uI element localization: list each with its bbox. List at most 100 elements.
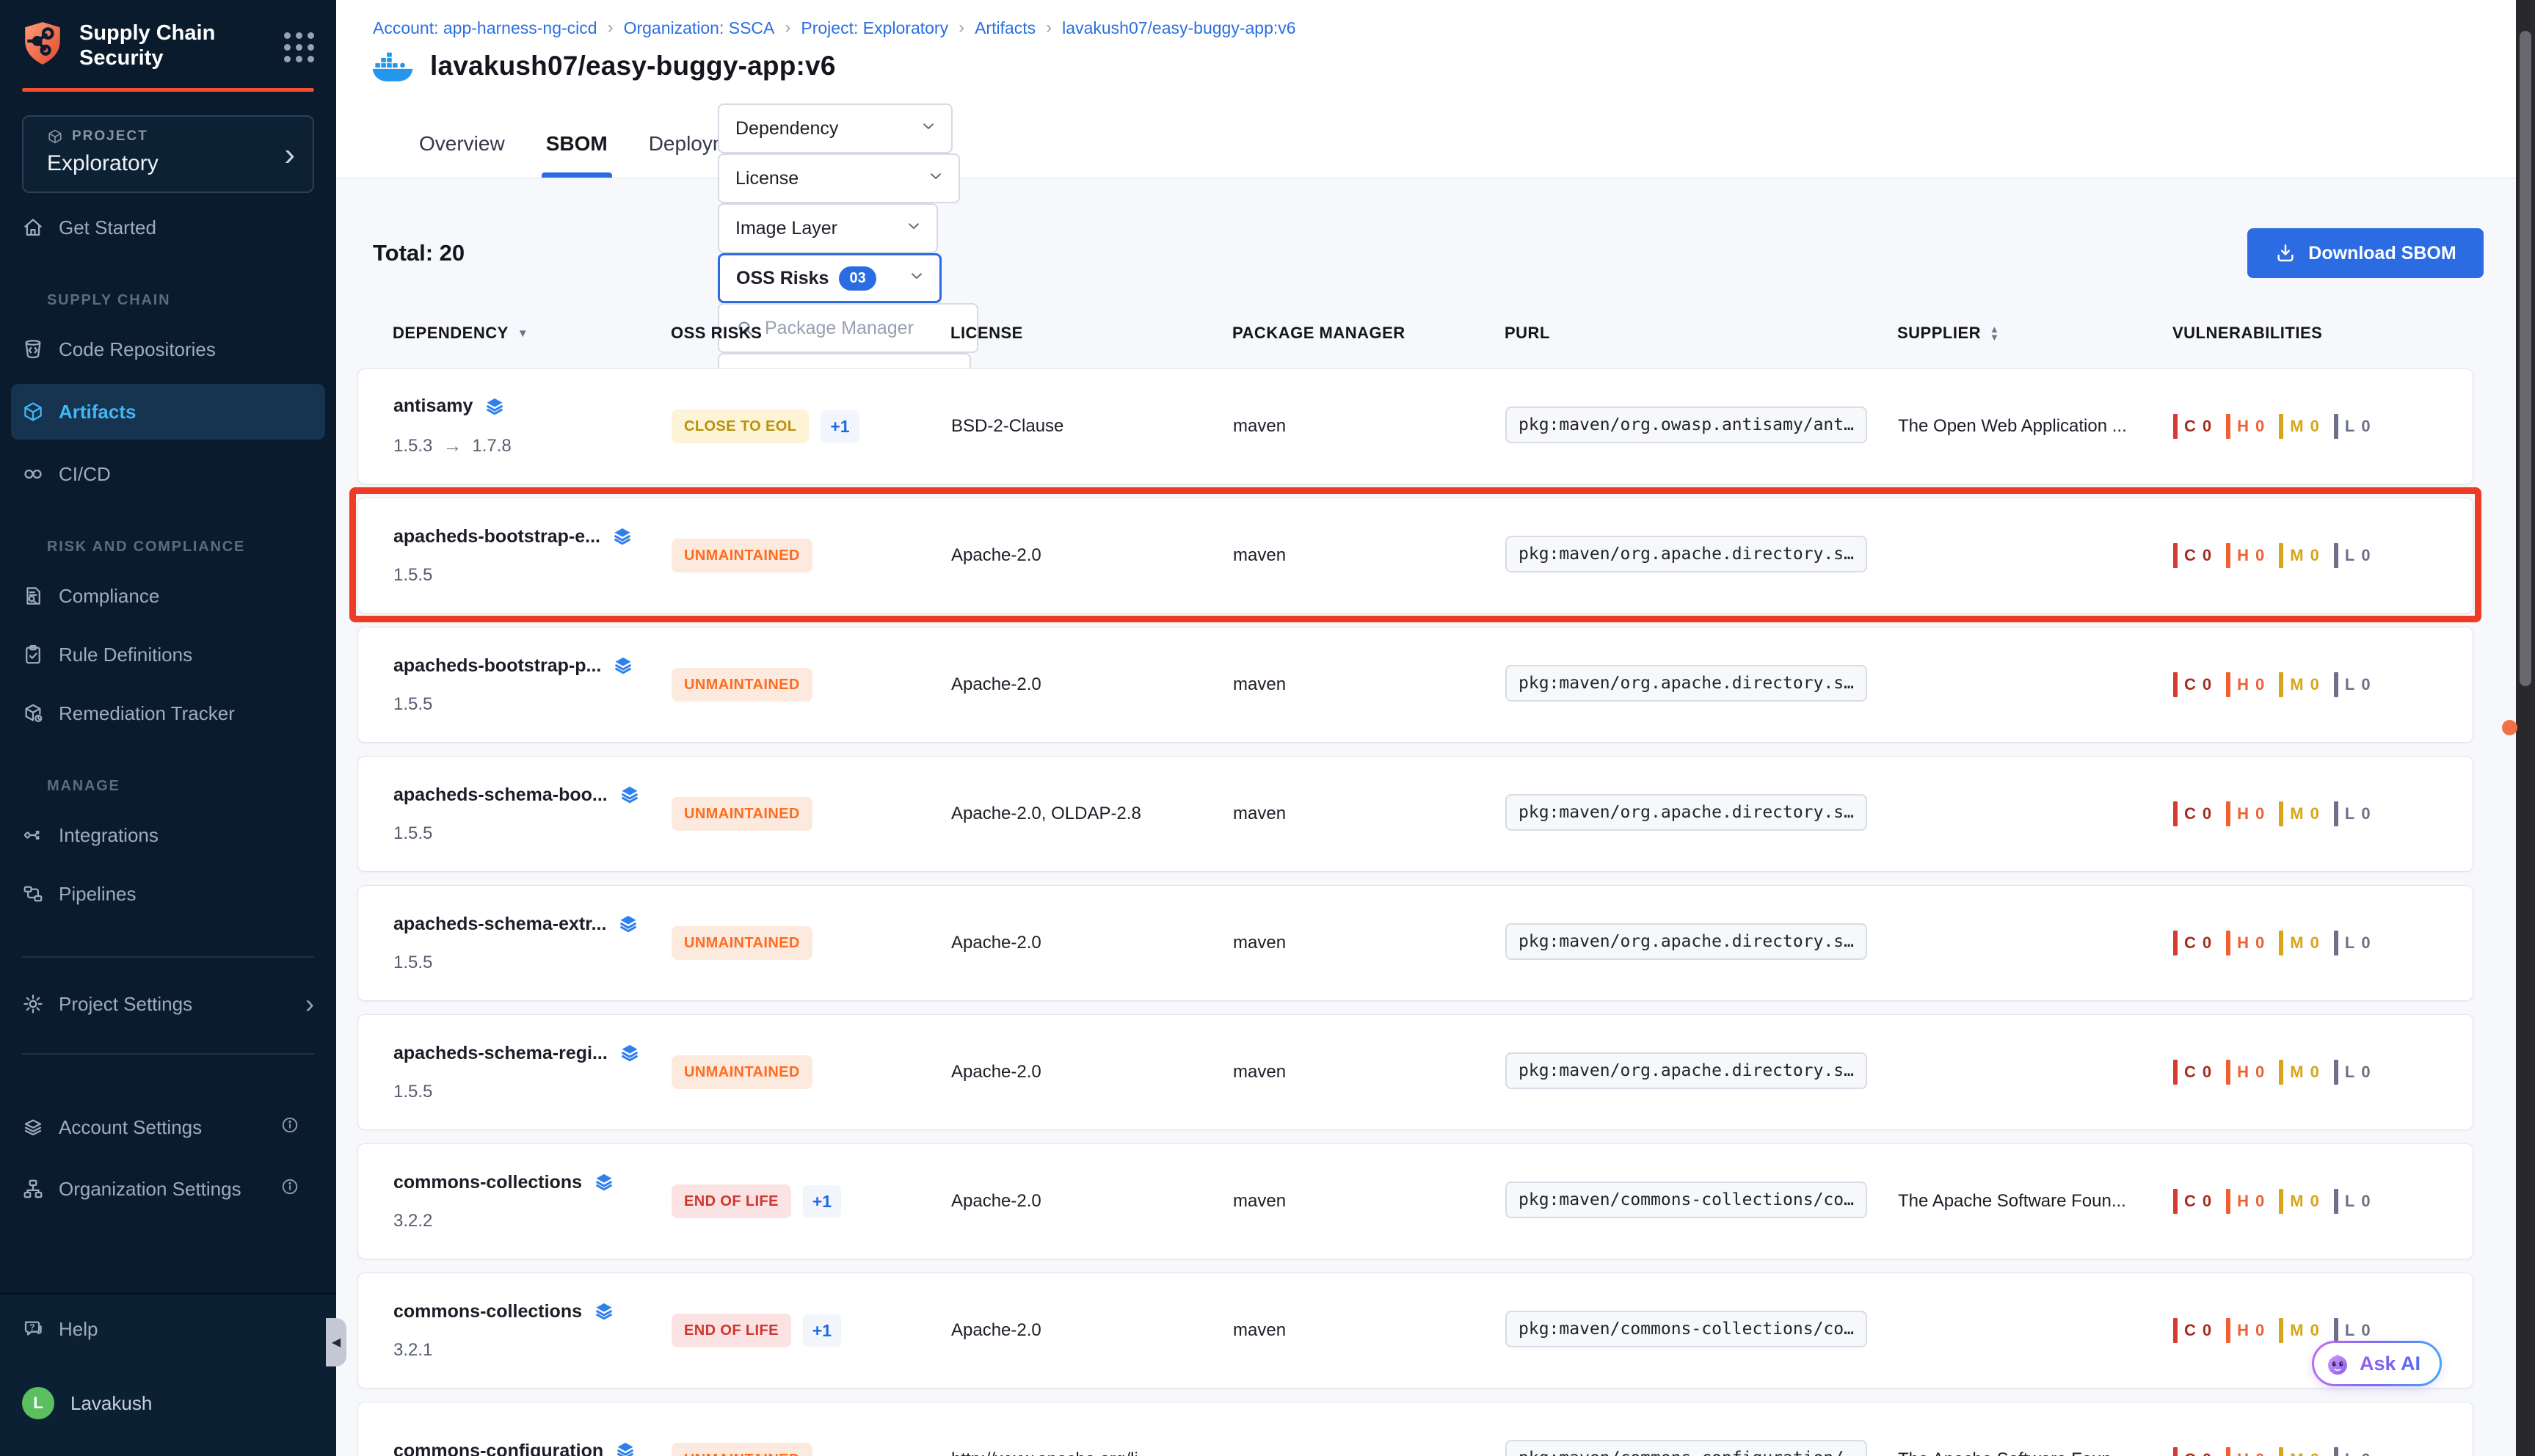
dependency-name[interactable]: apacheds-bootstrap-p... xyxy=(393,655,601,677)
app-logo-row: Supply Chain Security xyxy=(0,0,336,70)
dependency-name[interactable]: apacheds-bootstrap-e... xyxy=(393,526,600,547)
layers-icon xyxy=(618,914,639,934)
filter-select-image-layer[interactable]: Image Layer xyxy=(718,203,938,253)
sidebar-item-pipelines[interactable]: Pipelines xyxy=(11,870,325,918)
risk-badge: UNMAINTAINED xyxy=(672,1055,812,1089)
sidebar-item-account-settings[interactable]: Account Settings xyxy=(11,1103,325,1151)
supply-chain-shield-logo-icon xyxy=(22,21,63,66)
tab-sbom[interactable]: SBOM xyxy=(546,110,608,178)
purl-value[interactable]: pkg:maven/org.apache.directory.s… xyxy=(1505,923,1867,960)
filter-select-oss-risks[interactable]: OSS Risks03 xyxy=(718,253,942,303)
sidebar-item-code-repositories[interactable]: Code Repositories xyxy=(11,325,325,374)
more-risks-badge[interactable]: +1 xyxy=(803,1314,841,1347)
vuln-critical-count: C0 xyxy=(2173,931,2211,956)
column-header-dependency[interactable]: DEPENDENCY▼ xyxy=(393,324,671,343)
sidebar: Supply Chain Security PROJECT Explorator… xyxy=(0,0,336,1456)
dependency-name[interactable]: apacheds-schema-extr... xyxy=(393,914,606,935)
breadcrumb-separator: › xyxy=(1046,18,1052,38)
column-header-package-manager[interactable]: PACKAGE MANAGER xyxy=(1232,324,1505,343)
table-row[interactable]: apacheds-bootstrap-p...1.5.5UNMAINTAINED… xyxy=(357,627,2473,743)
table-row[interactable]: commons-collections3.2.2END OF LIFE+1Apa… xyxy=(357,1143,2473,1259)
dependency-name[interactable]: antisamy xyxy=(393,396,473,417)
sidebar-item-get-started[interactable]: Get Started xyxy=(11,203,325,252)
more-risks-badge[interactable]: +1 xyxy=(821,410,859,443)
breadcrumb-link[interactable]: lavakush07/easy-buggy-app:v6 xyxy=(1062,18,1295,38)
dependency-name[interactable]: commons-collections xyxy=(393,1301,582,1322)
module-grid-icon[interactable] xyxy=(284,32,314,62)
purl-value[interactable]: pkg:maven/org.apache.directory.s… xyxy=(1505,794,1867,831)
table-row[interactable]: apacheds-schema-regi...1.5.5UNMAINTAINED… xyxy=(357,1014,2473,1130)
sidebar-collapse-handle[interactable]: ◀ xyxy=(326,1318,346,1366)
dependency-version: 1.5.5 xyxy=(393,823,432,844)
purl-cell: pkg:maven/org.apache.directory.s… xyxy=(1505,794,1898,834)
purl-value[interactable]: pkg:maven/commons-collections/co… xyxy=(1505,1311,1867,1347)
dependency-name[interactable]: apacheds-schema-regi... xyxy=(393,1043,608,1064)
purl-value[interactable]: pkg:maven/commons-configuration/… xyxy=(1505,1440,1867,1456)
vuln-low-count: L0 xyxy=(2334,672,2371,697)
scrollbar[interactable] xyxy=(2516,0,2535,1456)
sidebar-item-artifacts[interactable]: Artifacts xyxy=(11,384,325,440)
breadcrumb-link[interactable]: Organization: SSCA xyxy=(624,18,775,38)
breadcrumb-link[interactable]: Artifacts xyxy=(975,18,1036,38)
project-selector[interactable]: PROJECT Exploratory › xyxy=(22,115,314,193)
sidebar-item-ci-cd[interactable]: CI/CD xyxy=(11,450,325,498)
license-cell: Apache-2.0 xyxy=(951,1320,1233,1341)
vuln-medium-bar xyxy=(2279,414,2283,439)
more-risks-badge[interactable]: +1 xyxy=(803,1185,841,1217)
table-row[interactable]: commons-configurationUNMAINTAINEDhttp://… xyxy=(357,1402,2473,1456)
risk-badge: END OF LIFE xyxy=(672,1314,791,1347)
column-header-oss-risks[interactable]: OSS RISKS xyxy=(671,324,950,343)
page-title: lavakush07/easy-buggy-app:v6 xyxy=(430,51,836,81)
table-row[interactable]: apacheds-schema-boo...1.5.5UNMAINTAINEDA… xyxy=(357,756,2473,872)
breadcrumb-link[interactable]: Project: Exploratory xyxy=(801,18,948,38)
user-menu[interactable]: L Lavakush xyxy=(22,1387,152,1419)
filter-select-license[interactable]: License xyxy=(718,153,960,203)
column-header-supplier[interactable]: SUPPLIER▲▼ xyxy=(1897,324,2172,343)
sidebar-item-label: Compliance xyxy=(59,585,159,608)
dependency-version: 1.5.3 xyxy=(393,436,432,456)
column-header-purl[interactable]: PURL xyxy=(1505,324,1897,343)
purl-value[interactable]: pkg:maven/org.owasp.antisamy/ant… xyxy=(1505,407,1867,443)
sidebar-item-project-settings[interactable]: Project Settings› xyxy=(11,980,325,1028)
purl-value[interactable]: pkg:maven/commons-collections/co… xyxy=(1505,1182,1867,1218)
vuln-high-count: H0 xyxy=(2226,1060,2264,1085)
info-icon xyxy=(280,1177,299,1196)
table-row[interactable]: antisamy1.5.3→1.7.8CLOSE TO EOL+1BSD-2-C… xyxy=(357,368,2473,484)
purl-value[interactable]: pkg:maven/org.apache.directory.s… xyxy=(1505,665,1867,702)
sidebar-item-compliance[interactable]: Compliance xyxy=(11,572,325,620)
vuln-high-bar xyxy=(2226,414,2230,439)
column-header-vulnerabilities[interactable]: VULNERABILITIES xyxy=(2172,324,2473,343)
sidebar-item-rule-definitions[interactable]: Rule Definitions xyxy=(11,630,325,679)
table-row[interactable]: apacheds-bootstrap-e...1.5.5UNMAINTAINED… xyxy=(357,498,2473,614)
sidebar-item-remediation-tracker[interactable]: Remediation Tracker xyxy=(11,689,325,738)
chevron-right-icon: › xyxy=(305,991,314,1017)
table-row[interactable]: apacheds-schema-extr...1.5.5UNMAINTAINED… xyxy=(357,885,2473,1001)
dependency-name[interactable]: commons-collections xyxy=(393,1172,582,1193)
dependency-cell: commons-collections 3.2.2 xyxy=(393,1172,672,1231)
download-sbom-button[interactable]: Download SBOM xyxy=(2247,228,2484,278)
dependency-version: 3.2.2 xyxy=(393,1211,432,1231)
filter-select-dependency[interactable]: Dependency xyxy=(718,103,953,153)
vuln-critical-count: C0 xyxy=(2173,1060,2211,1085)
ask-ai-button[interactable]: Ask AI xyxy=(2312,1341,2442,1386)
sidebar-item-integrations[interactable]: Integrations xyxy=(11,811,325,859)
vulnerabilities-cell: C0H0M0L0 xyxy=(2173,801,2473,826)
breadcrumb-link[interactable]: Account: app-harness-ng-cicd xyxy=(373,18,597,38)
purl-value[interactable]: pkg:maven/org.apache.directory.s… xyxy=(1505,536,1867,572)
upgrade-version: 1.7.8 xyxy=(472,436,511,456)
filter-count-badge: 03 xyxy=(839,266,876,291)
column-header-license[interactable]: LICENSE xyxy=(950,324,1232,343)
table-row[interactable]: commons-collections3.2.1END OF LIFE+1Apa… xyxy=(357,1273,2473,1388)
vuln-critical-bar xyxy=(2173,1318,2178,1343)
scrollbar-thumb[interactable] xyxy=(2520,31,2531,686)
purl-value[interactable]: pkg:maven/org.apache.directory.s… xyxy=(1505,1052,1867,1089)
sidebar-item-help[interactable]: ? Help xyxy=(11,1305,325,1353)
breadcrumb-separator: › xyxy=(608,18,614,38)
dependency-name[interactable]: apacheds-schema-boo... xyxy=(393,785,608,806)
sidebar-item-organization-settings[interactable]: Organization Settings xyxy=(11,1165,325,1213)
sort-desc-icon: ▼ xyxy=(517,327,528,340)
vuln-medium-bar xyxy=(2279,1060,2283,1085)
vuln-high-count: H0 xyxy=(2226,543,2264,568)
tab-overview[interactable]: Overview xyxy=(419,110,505,178)
dependency-name[interactable]: commons-configuration xyxy=(393,1441,603,1456)
